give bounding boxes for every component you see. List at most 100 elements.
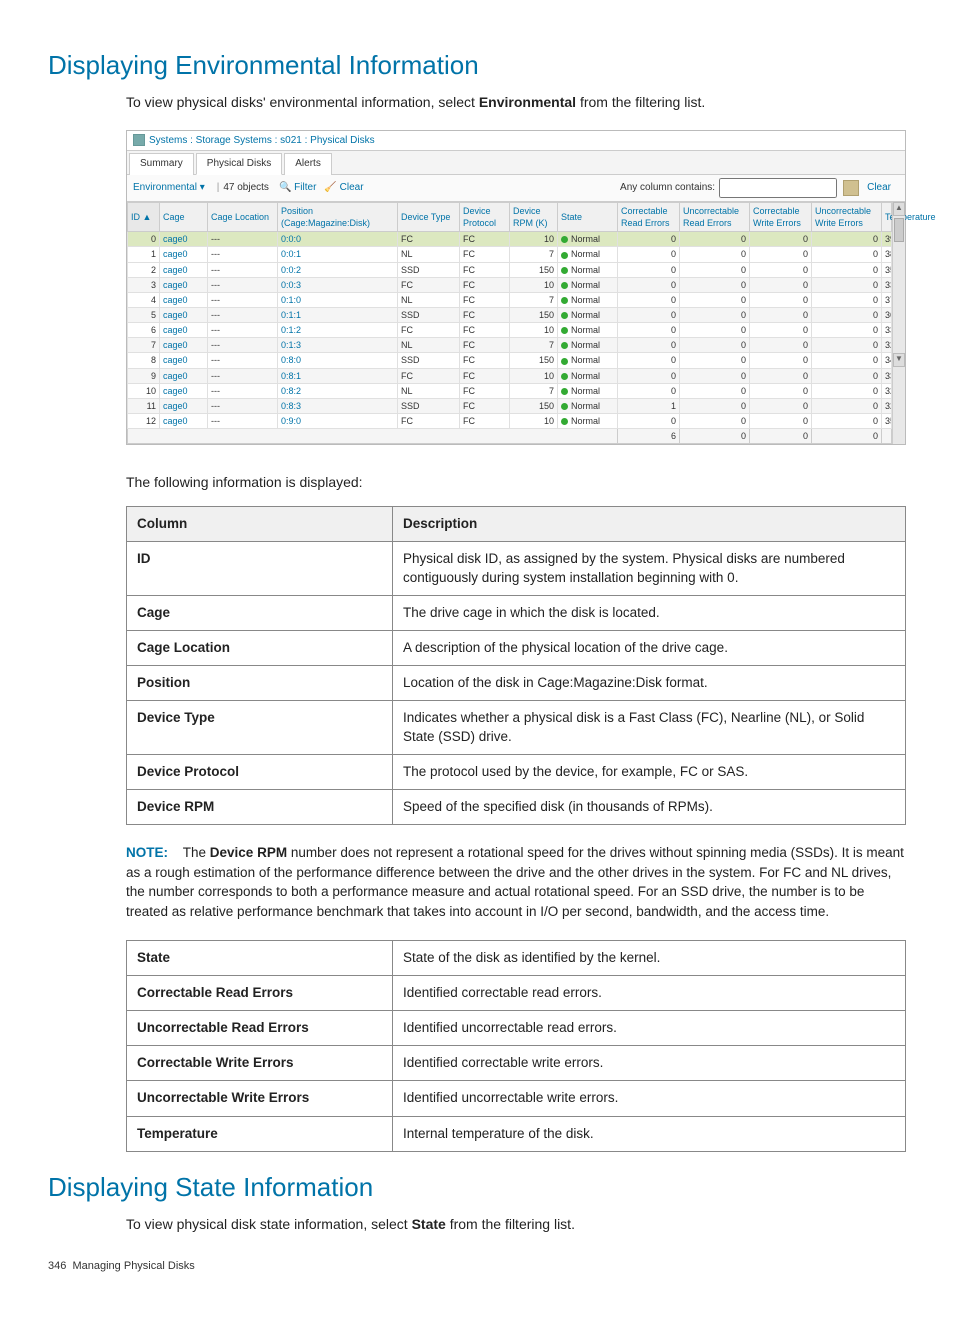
position-link[interactable]: 0:1:3 [281,340,301,350]
table-row[interactable]: 9cage0---0:8:1FCFC10Normal000033° C ( 91… [128,368,892,383]
state-normal-icon [561,252,568,259]
filter-button[interactable]: 🔍 Filter [279,181,316,195]
table-row[interactable]: 10cage0---0:8:2NLFC7Normal000032° C ( 89… [128,383,892,398]
table-row[interactable]: 7cage0---0:1:3NLFC7Normal000032° C ( 89.… [128,338,892,353]
after-screenshot-text: The following information is displayed: [126,473,906,492]
col-header[interactable]: Device Protocol [460,202,510,231]
cage-link[interactable]: cage0 [163,265,188,275]
scroll-down-icon[interactable]: ▼ [893,353,905,367]
info-row: Correctable Write ErrorsIdentified corre… [127,1046,906,1081]
position-link[interactable]: 0:8:0 [281,355,301,365]
col-header[interactable]: Position (Cage:Magazine:Disk) [278,202,398,231]
col-header[interactable]: Uncorrectable Read Errors [680,202,750,231]
info-row: StateState of the disk as identified by … [127,940,906,975]
state-normal-icon [561,388,568,395]
col-header[interactable]: Correctable Read Errors [618,202,680,231]
state-normal-icon [561,312,568,319]
table-row[interactable]: 3cage0---0:0:3FCFC10Normal000033° C ( 91… [128,277,892,292]
tab-physical-disks[interactable]: Physical Disks [196,153,282,175]
position-link[interactable]: 0:0:3 [281,280,301,290]
page-footer: 346 Managing Physical Disks [48,1259,195,1274]
intro-state: To view physical disk state information,… [126,1215,906,1234]
state-normal-icon [561,267,568,274]
col-header[interactable]: Cage Location [208,202,278,231]
table-row[interactable]: 0cage0---0:0:0FCFC10Normal000039° C ( 10… [128,232,892,247]
window-icon [133,134,145,146]
app-screenshot: Systems : Storage Systems : s021 : Physi… [126,130,906,445]
col-header[interactable]: Uncorrectable Write Errors [812,202,882,231]
clear-search-button[interactable]: Clear [867,181,891,195]
clear-filter-button[interactable]: 🧹 Clear [324,181,363,195]
cage-link[interactable]: cage0 [163,310,188,320]
position-link[interactable]: 0:0:2 [281,265,301,275]
table-row[interactable]: 4cage0---0:1:0NLFC7Normal000037° C ( 98.… [128,292,892,307]
table-row[interactable]: 8cage0---0:8:0SSDFC150Normal000034° C ( … [128,353,892,368]
filter-dropdown[interactable]: Environmental ▾ [133,181,205,195]
state-normal-icon [561,403,568,410]
info-row: Correctable Read ErrorsIdentified correc… [127,975,906,1010]
disk-grid: ID ▲CageCage LocationPosition (Cage:Maga… [127,202,892,444]
heading-state-info: Displaying State Information [48,1170,906,1205]
table-row[interactable]: 12cage0---0:9:0FCFC10Normal000035° C ( 9… [128,413,892,428]
info-row: IDPhysical disk ID, as assigned by the s… [127,542,906,595]
window-breadcrumb: Systems : Storage Systems : s021 : Physi… [127,131,905,152]
cage-link[interactable]: cage0 [163,234,188,244]
cage-link[interactable]: cage0 [163,249,188,259]
info-row: Device ProtocolThe protocol used by the … [127,754,906,789]
state-normal-icon [561,327,568,334]
anycol-label: Any column contains: [620,181,715,195]
state-normal-icon [561,373,568,380]
sort-asc-icon: ▲ [143,212,152,222]
cage-link[interactable]: cage0 [163,371,188,381]
tab-alerts[interactable]: Alerts [284,153,332,175]
state-normal-icon [561,358,568,365]
cage-link[interactable]: cage0 [163,340,188,350]
position-link[interactable]: 0:1:1 [281,310,301,320]
state-normal-icon [561,342,568,349]
cage-link[interactable]: cage0 [163,416,188,426]
tab-summary[interactable]: Summary [129,153,194,175]
scroll-up-icon[interactable]: ▲ [893,202,905,216]
col-header[interactable]: Device RPM (K) [510,202,558,231]
position-link[interactable]: 0:0:0 [281,234,301,244]
col-header[interactable]: State [558,202,618,231]
table-row[interactable]: 6cage0---0:1:2FCFC10Normal000033° C ( 91… [128,323,892,338]
cage-link[interactable]: cage0 [163,325,188,335]
cage-link[interactable]: cage0 [163,295,188,305]
cage-link[interactable]: cage0 [163,280,188,290]
position-link[interactable]: 0:8:3 [281,401,301,411]
toolbar: Environmental ▾ | 47 objects 🔍 Filter 🧹 … [127,175,905,202]
column-description-table-2: StateState of the disk as identified by … [126,940,906,1152]
table-row[interactable]: 11cage0---0:8:3SSDFC150Normal100032° C (… [128,398,892,413]
position-link[interactable]: 0:0:1 [281,249,301,259]
position-link[interactable]: 0:1:2 [281,325,301,335]
position-link[interactable]: 0:8:1 [281,371,301,381]
table-row[interactable]: 1cage0---0:0:1NLFC7Normal000038° C ( 100… [128,247,892,262]
table-row[interactable]: 5cage0---0:1:1SSDFC150Normal000036° C ( … [128,307,892,322]
scroll-thumb[interactable] [894,218,904,242]
cage-link[interactable]: cage0 [163,386,188,396]
cage-link[interactable]: cage0 [163,355,188,365]
table-row[interactable]: 2cage0---0:0:2SSDFC150Normal000035° C ( … [128,262,892,277]
info-row: Device TypeIndicates whether a physical … [127,701,906,754]
position-link[interactable]: 0:8:2 [281,386,301,396]
export-icon[interactable] [843,180,859,196]
state-normal-icon [561,418,568,425]
object-count: 47 objects [223,181,269,195]
col-header[interactable]: Device Type [398,202,460,231]
col-header[interactable]: Cage [160,202,208,231]
scrollbar[interactable]: ▲ ▼ [892,202,905,444]
heading-env-info: Displaying Environmental Information [48,48,906,83]
col-header[interactable]: Correctable Write Errors [750,202,812,231]
info-row: TemperatureInternal temperature of the d… [127,1116,906,1151]
position-link[interactable]: 0:1:0 [281,295,301,305]
col-header[interactable]: Temperature [882,202,892,231]
info-row: Uncorrectable Read ErrorsIdentified unco… [127,1011,906,1046]
info-row: Device RPMSpeed of the specified disk (i… [127,790,906,825]
state-normal-icon [561,297,568,304]
cage-link[interactable]: cage0 [163,401,188,411]
anycol-input[interactable] [719,178,837,198]
state-normal-icon [561,282,568,289]
col-header[interactable]: ID ▲ [128,202,160,231]
position-link[interactable]: 0:9:0 [281,416,301,426]
